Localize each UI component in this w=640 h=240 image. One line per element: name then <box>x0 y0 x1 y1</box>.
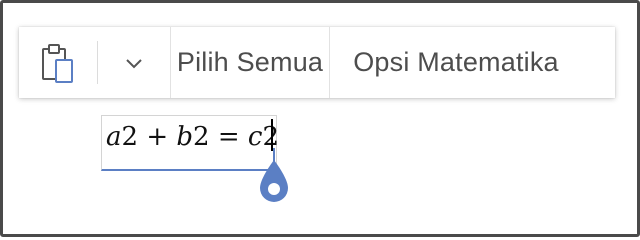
math-options-label: Opsi Matematika <box>353 47 559 77</box>
chevron-down-icon <box>126 58 142 68</box>
context-toolbar: Pilih Semua Opsi Matematika <box>19 27 615 98</box>
var-b: b <box>176 122 194 152</box>
select-all-button[interactable]: Pilih Semua <box>171 27 329 98</box>
selection-handle-icon[interactable] <box>257 148 291 210</box>
paste-button[interactable] <box>19 27 97 98</box>
math-options-button[interactable]: Opsi Matematika <box>330 27 582 98</box>
clipboard-paste-icon <box>42 43 73 83</box>
text-caret <box>271 119 273 151</box>
window-frame: Pilih Semua Opsi Matematika a2 + b2 = c2 <box>0 0 640 237</box>
eq-part: 2 = <box>193 122 248 152</box>
equation-field[interactable]: a2 + b2 = c2 <box>101 115 279 171</box>
eq-part: 2 + <box>121 122 177 152</box>
more-options-button[interactable] <box>98 27 170 98</box>
select-all-label: Pilih Semua <box>176 47 324 77</box>
equation-text: a2 + b2 = c2 <box>106 122 279 152</box>
var-a: a <box>106 122 122 152</box>
